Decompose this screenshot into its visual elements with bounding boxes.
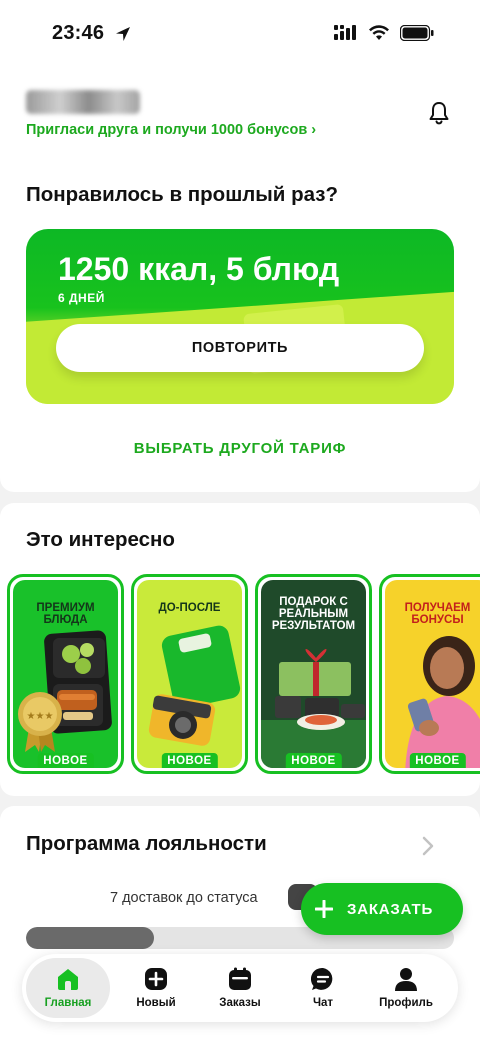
status-bar: 23:46	[0, 0, 480, 70]
woman-with-phone-image	[405, 636, 480, 768]
tariff-title: 1250 ккал, 5 блюд	[58, 251, 340, 287]
order-button-label: ЗАКАЗАТЬ	[347, 900, 434, 918]
wifi-icon	[369, 25, 389, 40]
story-card-premium[interactable]: ПРЕМИУМ БЛЮДА ★★★ НОВОЕ	[7, 574, 124, 774]
section-title: Программа лояльности	[26, 832, 267, 855]
repeat-order-section: Понравилось в прошлый раз? 1250 ккал, 5 …	[0, 156, 480, 492]
tariff-duration: 6 ДНЕЙ	[58, 291, 105, 305]
bell-icon[interactable]	[426, 100, 452, 126]
tab-label: Заказы	[219, 997, 261, 1009]
chevron-right-icon[interactable]	[422, 836, 434, 856]
story-card-gift[interactable]: ПОДАРОК С РЕАЛЬНЫМ РЕЗУЛЬТАТОМ НОВОЕ	[255, 574, 372, 774]
tab-label: Новый	[136, 997, 176, 1009]
svg-text:★★★: ★★★	[27, 711, 54, 722]
status-time: 23:46	[52, 22, 105, 44]
plus-icon	[145, 968, 167, 990]
battery-icon	[400, 25, 434, 41]
section-title: Это интересно	[26, 528, 175, 551]
new-badge: НОВОЕ	[409, 753, 466, 768]
header: Пригласи друга и получи 1000 бонусов ›	[0, 70, 480, 156]
loyalty-progress-text: 7 доставок до статуса	[110, 890, 258, 906]
user-name-blurred	[26, 90, 140, 114]
section-title: Понравилось в прошлый раз?	[26, 183, 338, 206]
tab-chat[interactable]: Чат	[281, 958, 365, 1018]
tab-label: Профиль	[379, 997, 433, 1009]
profile-icon	[395, 968, 417, 991]
location-arrow-icon	[116, 27, 130, 41]
gold-medal-icon: ★★★	[18, 692, 62, 752]
story-card-bonuses[interactable]: ПОЛУЧАЕМ БОНУСЫ НОВОЕ	[379, 574, 480, 774]
story-card-before-after[interactable]: ДО-ПОСЛЕ НОВОЕ	[131, 574, 248, 774]
chat-icon	[311, 967, 333, 990]
choose-other-tariff-link[interactable]: ВЫБРАТЬ ДРУГОЙ ТАРИФ	[0, 440, 480, 457]
tab-home[interactable]: Главная	[26, 958, 110, 1018]
invite-friend-link[interactable]: Пригласи друга и получи 1000 бонусов ›	[26, 122, 316, 138]
loyalty-progress-fill	[26, 927, 155, 949]
new-badge: НОВОЕ	[285, 753, 342, 768]
gift-box-image	[261, 649, 366, 768]
scale-camera-image	[148, 625, 241, 746]
new-badge: НОВОЕ	[37, 753, 94, 768]
tab-orders[interactable]: Заказы	[198, 958, 282, 1018]
new-badge: НОВОЕ	[161, 753, 218, 768]
cellular-signal-icon	[334, 25, 356, 40]
tab-new[interactable]: Новый	[114, 958, 198, 1018]
bottom-tab-bar: Главная Новый Заказы Чат Профиль	[22, 954, 458, 1022]
tariff-promo-card[interactable]: 1250 ккал, 5 блюд 6 ДНЕЙ ПОВТОРИТЬ	[26, 229, 454, 404]
repeat-button[interactable]: ПОВТОРИТЬ	[56, 324, 424, 372]
plus-icon	[315, 900, 333, 918]
tab-profile[interactable]: Профиль	[364, 958, 448, 1018]
tab-label: Главная	[44, 997, 92, 1009]
order-button[interactable]: ЗАКАЗАТЬ	[301, 883, 463, 935]
home-icon	[58, 969, 78, 990]
tab-label: Чат	[312, 997, 334, 1009]
calendar-icon	[229, 967, 251, 990]
interesting-section: Это интересно ПРЕМИУМ БЛЮДА ★★★ НОВОЕ ДО…	[0, 503, 480, 796]
